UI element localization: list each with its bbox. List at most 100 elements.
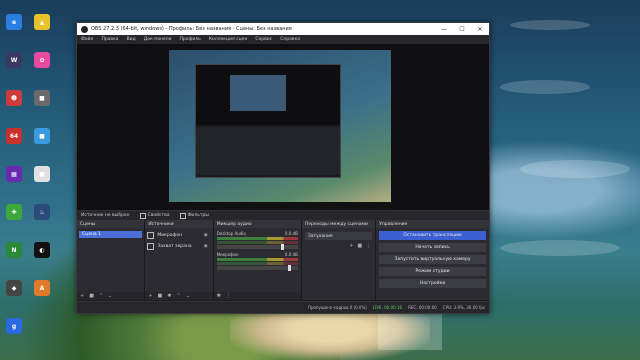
source-label: Захват экрана [157, 243, 192, 249]
desktop-shortcut-icon[interactable]: ♨ [34, 204, 50, 220]
desktop-shortcut-icon[interactable]: ◆ [6, 280, 22, 296]
close-button[interactable]: ✕ [471, 23, 489, 35]
add-icon[interactable]: + [349, 243, 353, 249]
menu-item[interactable]: Док-панели [144, 37, 172, 42]
filter-icon [179, 212, 186, 219]
nested-taskbar [169, 202, 391, 210]
stop-streaming-button[interactable]: Остановить трансляцию [379, 231, 486, 240]
menu-bar: Файл Правка Вид Док-панели Профиль Коллекция … [77, 35, 489, 44]
desktop-shortcut-icon[interactable]: A [34, 280, 50, 296]
sources-title: Источники [145, 220, 213, 228]
remove-icon[interactable]: ■ [158, 293, 163, 299]
chevron-up-icon[interactable]: ⌃ [99, 293, 103, 299]
source-toolbar: Источник не выбран Свойства Фильтры [77, 210, 489, 220]
desktop-shortcut-icon[interactable]: ■ [34, 166, 50, 182]
preview-canvas[interactable] [77, 44, 489, 210]
slider-knob[interactable] [281, 244, 285, 250]
gear-icon [139, 212, 146, 219]
start-recording-button[interactable]: Начать запись [379, 243, 486, 252]
slider-knob[interactable] [287, 265, 291, 271]
gear-icon[interactable]: ✱ [217, 293, 221, 299]
controls-title: Управление [376, 220, 489, 228]
desktop-shortcut-icon[interactable]: ✚ [6, 204, 22, 220]
menu-item[interactable]: Файл [81, 37, 93, 42]
menu-item[interactable]: Сервис [255, 37, 272, 42]
gear-icon[interactable]: ✱ [167, 293, 171, 299]
ghost-window [378, 312, 442, 350]
desktop-icons: e ▲ W ✿ ☻ ■ 64 ■ ▦ ■ ✚ ♨ N ◐ ◆ Ag [0, 0, 72, 360]
minimize-button[interactable]: — [435, 23, 453, 35]
menu-item[interactable]: Вид [127, 37, 136, 42]
chevron-down-icon[interactable]: ⌄ [186, 293, 190, 299]
volume-slider[interactable] [216, 265, 298, 271]
desktop-shortcut-icon[interactable]: ☻ [6, 90, 22, 106]
visibility-icon[interactable]: ◉ [204, 244, 208, 249]
volume-slider[interactable] [216, 244, 298, 250]
transitions-dock: Переходы между сценами Затухание + ■ ⋮ [301, 220, 377, 300]
virtual-camera-button[interactable]: Запустить виртуальную камеру [379, 255, 486, 264]
obs-app-icon [81, 25, 88, 33]
scenes-footer: + ■ ⌃ ⌄ [77, 292, 145, 300]
menu-item[interactable]: Справка [280, 37, 300, 42]
volume-meter [216, 241, 298, 244]
chevron-down-icon[interactable]: ⌄ [108, 293, 112, 299]
volume-meter [216, 237, 298, 240]
source-item[interactable]: Захват экрана ◉ [147, 242, 210, 250]
wallpaper-wave [500, 80, 590, 94]
remove-icon[interactable]: ■ [357, 243, 362, 249]
maximize-button[interactable]: ☐ [453, 23, 471, 35]
desktop-shortcut-icon[interactable]: N [6, 242, 22, 258]
chevron-up-icon[interactable]: ⌃ [176, 293, 180, 299]
live-timer: LIVE: 00:00:16 [372, 305, 403, 310]
nested-preview [196, 65, 340, 125]
desktop-shortcut-icon[interactable]: g [6, 318, 22, 334]
add-icon[interactable]: + [80, 293, 84, 299]
controls-dock: Управление Остановить трансляцию Начать … [376, 220, 489, 300]
volume-meter [216, 258, 298, 261]
microphone-icon [147, 231, 155, 239]
menu-item[interactable]: Профиль [180, 37, 201, 42]
menu-icon[interactable]: ⋮ [366, 243, 371, 249]
desktop-shortcut-icon[interactable]: ▲ [34, 14, 50, 30]
desktop-shortcut-icon[interactable]: ✿ [34, 52, 50, 68]
channel-name: Микрофон [216, 252, 239, 257]
desktop-shortcut-icon[interactable]: ■ [34, 128, 50, 144]
no-source-label: Источник не выбран [81, 213, 130, 218]
channel-name: Desktop Audio [216, 231, 246, 236]
desktop-shortcut-icon[interactable]: 64 [6, 128, 22, 144]
cpu-usage: CPU: 3.9%, 30.00 fps [442, 305, 485, 310]
desktop-shortcut-icon[interactable]: ▦ [6, 166, 22, 182]
scene-item[interactable]: Сцена 1 [79, 231, 143, 238]
menu-icon[interactable]: ⋮ [226, 293, 231, 299]
transitions-title: Переходы между сценами [301, 220, 376, 228]
wallpaper-wave [520, 160, 630, 178]
dock-area: Сцены Сцена 1 + ■ ⌃ ⌄ Источники Микрофон… [77, 220, 489, 300]
scenes-dock: Сцены Сцена 1 + ■ ⌃ ⌄ [77, 220, 146, 300]
remove-icon[interactable]: ■ [89, 293, 94, 299]
filters-label: Фильтры [187, 213, 209, 218]
channel-db: 0.0 dB [284, 231, 298, 236]
visibility-icon[interactable]: ◉ [204, 233, 208, 238]
source-label: Микрофон [157, 232, 183, 238]
studio-mode-button[interactable]: Режим студии [379, 267, 486, 276]
add-icon[interactable]: + [148, 293, 152, 299]
dropped-frames: Пропущено кадров 0 (0.0%) [307, 305, 367, 310]
sources-dock: Источники Микрофон ◉ Захват экрана ◉ + ■… [145, 220, 214, 300]
desktop-shortcut-icon[interactable]: ■ [34, 90, 50, 106]
nested-docks [196, 127, 340, 175]
desktop-shortcut-icon[interactable]: W [6, 52, 22, 68]
menu-item[interactable]: Правка [101, 37, 118, 42]
menu-item[interactable]: Коллекция сцен [209, 37, 248, 42]
filters-button[interactable]: Фильтры [179, 212, 209, 219]
desktop-shortcut-icon[interactable]: ◐ [34, 242, 50, 258]
source-item[interactable]: Микрофон ◉ [147, 231, 210, 239]
mixer-footer: ✱ ⋮ [213, 292, 301, 300]
desktop-shortcut-icon[interactable]: e [6, 14, 22, 30]
obs-window: OBS 27.2.3 (64-bit, windows) - Профиль: … [76, 22, 490, 314]
wallpaper-wave [510, 20, 590, 30]
nested-obs-window [195, 64, 341, 178]
settings-button[interactable]: Настройки [379, 279, 486, 288]
properties-button[interactable]: Свойства [139, 212, 170, 219]
mixer-channel: Desktop Audio 0.0 dB [216, 231, 298, 250]
transition-select[interactable]: Затухание [304, 232, 373, 240]
